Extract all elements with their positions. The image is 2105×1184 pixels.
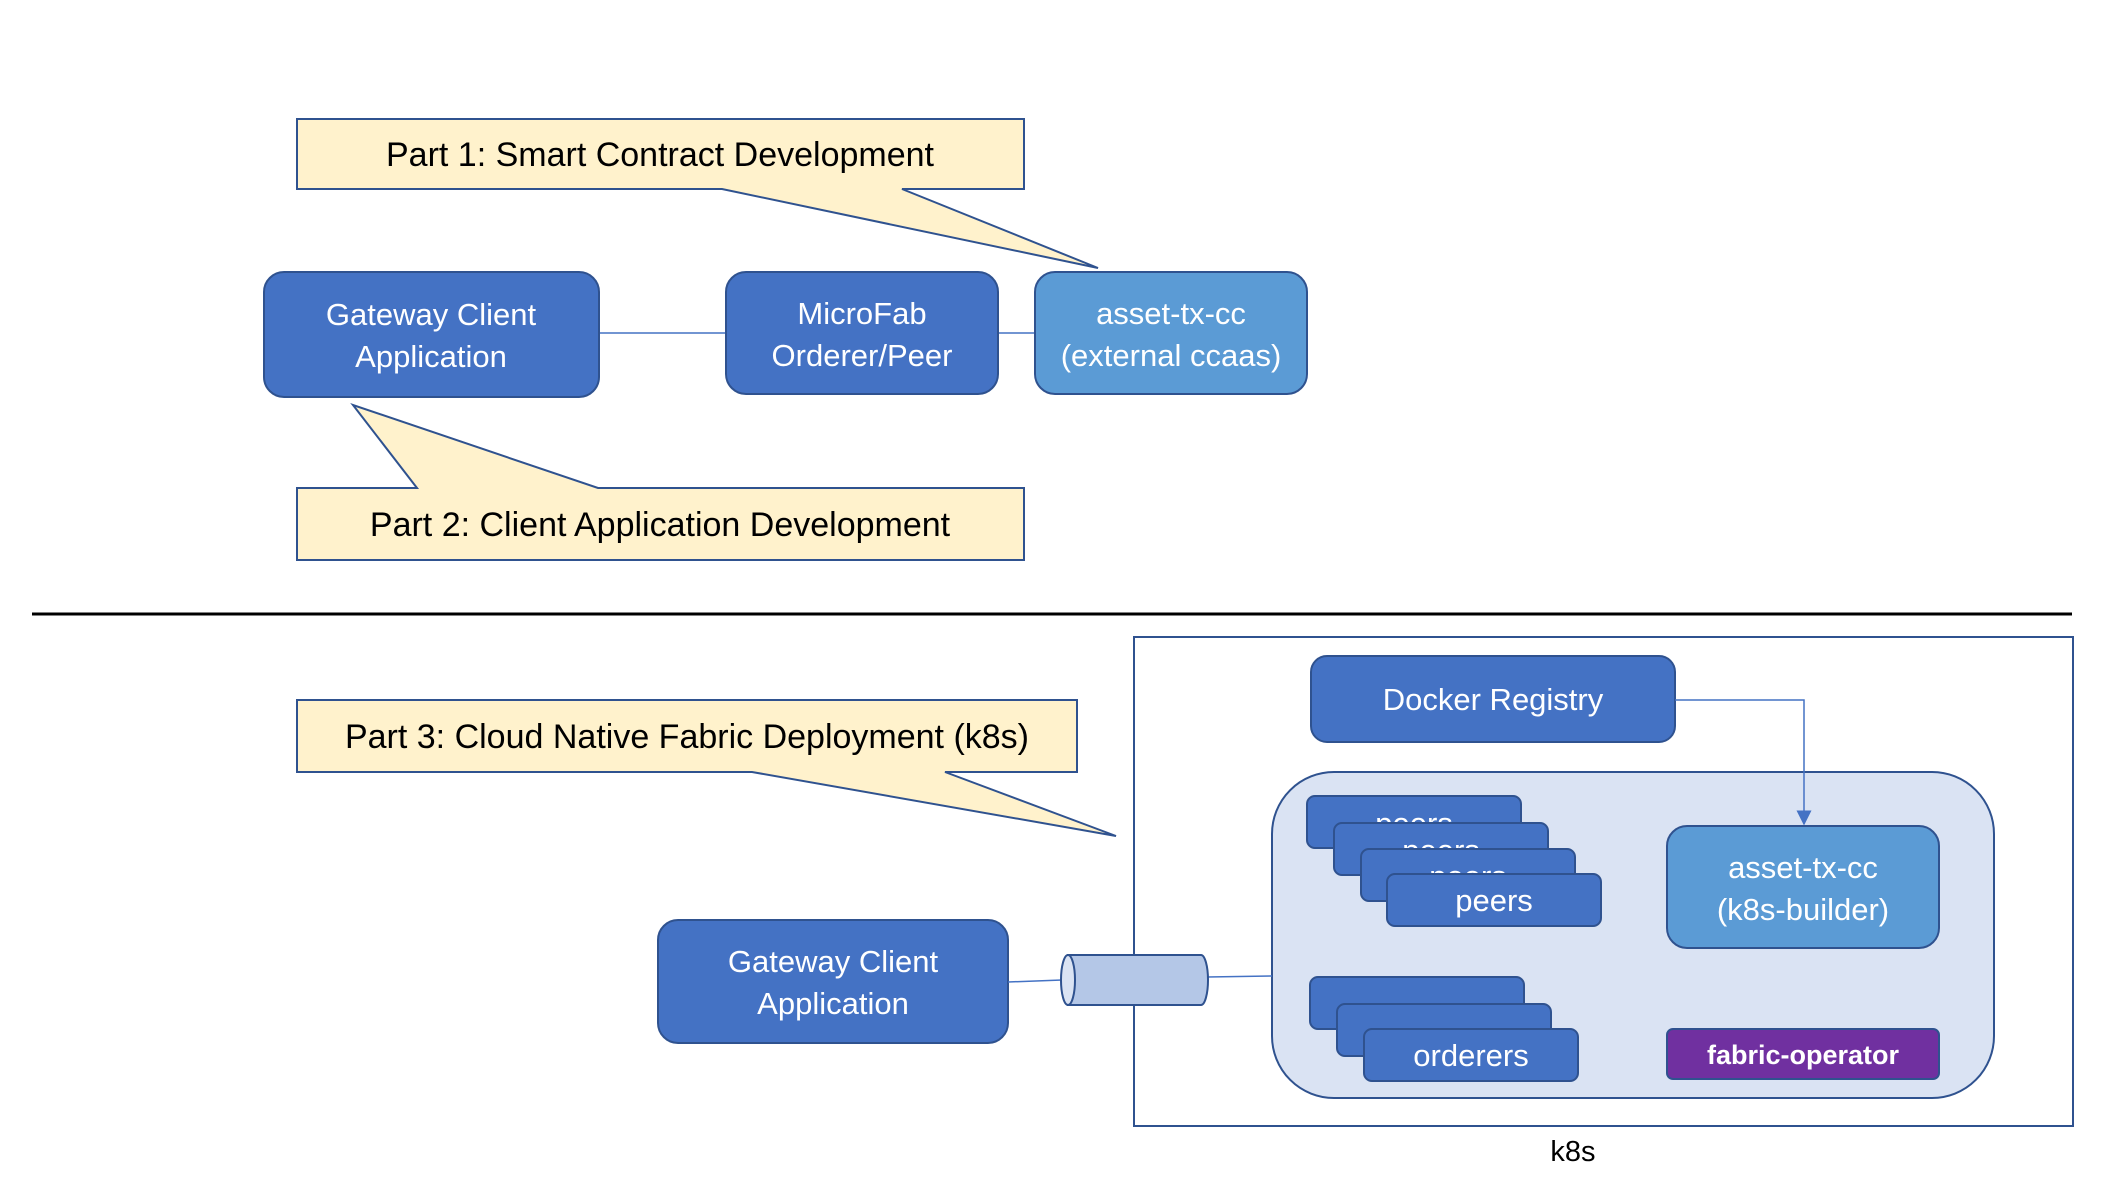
microfab-node[interactable]: MicroFab Orderer/Peer [725, 271, 999, 395]
k8s-label: k8s [1550, 1136, 1595, 1168]
chaincode-ccaas-line1: asset-tx-cc [1096, 296, 1246, 331]
chaincode-k8s-line1: asset-tx-cc [1728, 850, 1878, 885]
gateway-client-k8s-line1: Gateway Client [728, 944, 939, 979]
callout-part3: Part 3: Cloud Native Fabric Deployment (… [296, 699, 1117, 837]
microfab-line1: MicroFab [797, 296, 926, 331]
connector-ingress-cluster [1206, 975, 1273, 978]
gateway-client-node[interactable]: Gateway Client Application [263, 271, 600, 398]
chaincode-ccaas-node[interactable]: asset-tx-cc (external ccaas) [1034, 271, 1308, 395]
docker-registry-node[interactable]: Docker Registry [1310, 655, 1676, 743]
gateway-client-line2: Application [355, 339, 507, 374]
architecture-diagram: Part 1: Smart Contract Development Gatew… [32, 118, 2074, 1168]
gateway-client-k8s-line2: Application [757, 986, 909, 1021]
ingress-cylinder[interactable] [1060, 954, 1209, 1006]
callout-part1: Part 1: Smart Contract Development [296, 118, 1099, 269]
docker-registry-label: Docker Registry [1383, 682, 1604, 717]
callout-part2-text: Part 2: Client Application Development [370, 506, 951, 544]
chaincode-k8s-line2: (k8s-builder) [1717, 892, 1889, 927]
callout-part2: Part 2: Client Application Development [296, 402, 1025, 561]
connector-gateway-ingress [1007, 979, 1063, 983]
chaincode-ccaas-line2: (external ccaas) [1061, 338, 1282, 373]
gateway-client-k8s-node[interactable]: Gateway Client Application [657, 919, 1009, 1044]
gateway-client-line1: Gateway Client [326, 297, 537, 332]
callout-part1-text: Part 1: Smart Contract Development [386, 136, 935, 174]
microfab-line2: Orderer/Peer [772, 338, 953, 373]
chaincode-k8s-builder-node[interactable]: asset-tx-cc (k8s-builder) [1666, 825, 1940, 949]
fabric-operator-label: fabric-operator [1707, 1040, 1900, 1070]
callout-part3-text: Part 3: Cloud Native Fabric Deployment (… [345, 718, 1029, 756]
fabric-operator-node[interactable]: fabric-operator [1666, 1028, 1940, 1080]
orderers-label-2: orderers [1413, 1038, 1528, 1073]
peers-label-3: peers [1455, 883, 1533, 918]
